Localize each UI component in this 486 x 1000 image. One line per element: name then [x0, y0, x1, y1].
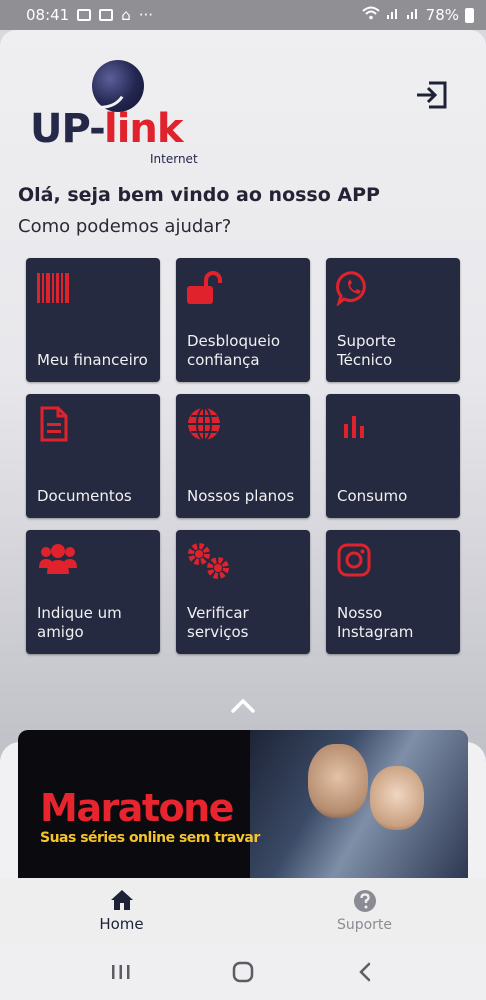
- menu-grid: Meu financeiro Desbloqueio confiança Sup…: [26, 258, 460, 654]
- signal-icon: [386, 6, 400, 24]
- bottom-nav: Home Suporte: [0, 878, 486, 944]
- logout-button[interactable]: [414, 78, 450, 112]
- banner-title: Maratone: [40, 786, 234, 830]
- notification-icon: ⌂: [121, 6, 131, 24]
- tile-suporte-tecnico[interactable]: Suporte Técnico: [326, 258, 460, 382]
- greeting-title: Olá, seja bem vindo ao nosso APP: [18, 184, 380, 206]
- home-circle-icon: [232, 961, 254, 983]
- home-icon: [110, 890, 133, 910]
- battery-percent: 78%: [425, 6, 459, 24]
- nav-home-label: Home: [99, 915, 144, 933]
- users-icon: [39, 544, 77, 574]
- nav-suporte-label: Suporte: [336, 917, 393, 933]
- tile-documentos[interactable]: Documentos: [26, 394, 160, 518]
- tile-nossos-planos[interactable]: Nossos planos: [176, 394, 310, 518]
- back-chevron-icon: [359, 962, 371, 982]
- nav-suporte[interactable]: Suporte: [243, 878, 486, 944]
- app-u-icon: [99, 9, 114, 21]
- logo-text-link: link: [104, 106, 183, 152]
- system-nav-bar: [0, 944, 486, 1000]
- help-circle-icon: [353, 890, 376, 912]
- tile-nosso-instagram[interactable]: Nosso Instagram: [326, 530, 460, 654]
- tile-label: Indique um amigo: [37, 604, 122, 641]
- logo-text-internet: Internet: [150, 152, 198, 166]
- home-system-button[interactable]: [223, 952, 263, 992]
- unlock-icon: [187, 271, 222, 304]
- logout-icon: [417, 81, 447, 109]
- more-dots: ···: [138, 6, 154, 24]
- bar-chart-icon: [344, 416, 364, 438]
- status-time: 08:41: [26, 6, 70, 24]
- chevron-up-icon[interactable]: [230, 696, 256, 716]
- tile-indique-um-amigo[interactable]: Indique um amigo: [26, 530, 160, 654]
- whatsapp-icon: [336, 271, 366, 306]
- back-button[interactable]: [345, 952, 385, 992]
- tile-label: Suporte Técnico: [337, 332, 397, 369]
- tile-label: Nossos planos: [187, 487, 295, 505]
- tile-label: Meu financeiro: [37, 351, 148, 369]
- globe-icon: [188, 407, 220, 441]
- tile-meu-financeiro[interactable]: Meu financeiro: [26, 258, 160, 382]
- nav-home[interactable]: Home: [0, 878, 243, 944]
- banner-person-2: [370, 766, 424, 830]
- greeting-subtitle: Como podemos ajudar?: [18, 216, 232, 237]
- tile-desbloqueio-confianca[interactable]: Desbloqueio confiança: [176, 258, 310, 382]
- logo-text-up: UP-: [30, 106, 106, 152]
- tile-label: Verificar serviços: [187, 604, 249, 641]
- banner-subtitle: Suas séries online sem travar: [40, 830, 260, 846]
- banner-person-1: [308, 744, 368, 818]
- barcode-icon: [37, 273, 69, 303]
- instagram-icon: [337, 543, 371, 577]
- tile-label: Desbloqueio confiança: [187, 332, 281, 369]
- tile-label: Documentos: [37, 487, 132, 505]
- gallery-icon: [77, 9, 92, 21]
- gears-icon: [188, 543, 229, 579]
- recent-apps-button[interactable]: [101, 952, 141, 992]
- signal-icon-2: [406, 6, 420, 24]
- battery-icon: [465, 7, 474, 23]
- status-bar: 08:41 ⌂ ··· 78%: [0, 0, 486, 30]
- tile-label: Consumo: [337, 487, 408, 505]
- maratone-banner[interactable]: Maratone Suas séries online sem travar: [18, 730, 468, 880]
- tile-verificar-servicos[interactable]: Verificar serviços: [176, 530, 310, 654]
- recent-apps-icon: [112, 965, 130, 979]
- wifi-icon: [361, 6, 380, 24]
- document-icon: [40, 406, 68, 442]
- tile-label: Nosso Instagram: [337, 604, 414, 641]
- tile-consumo[interactable]: Consumo: [326, 394, 460, 518]
- uplink-logo: UP- link Internet: [30, 60, 230, 172]
